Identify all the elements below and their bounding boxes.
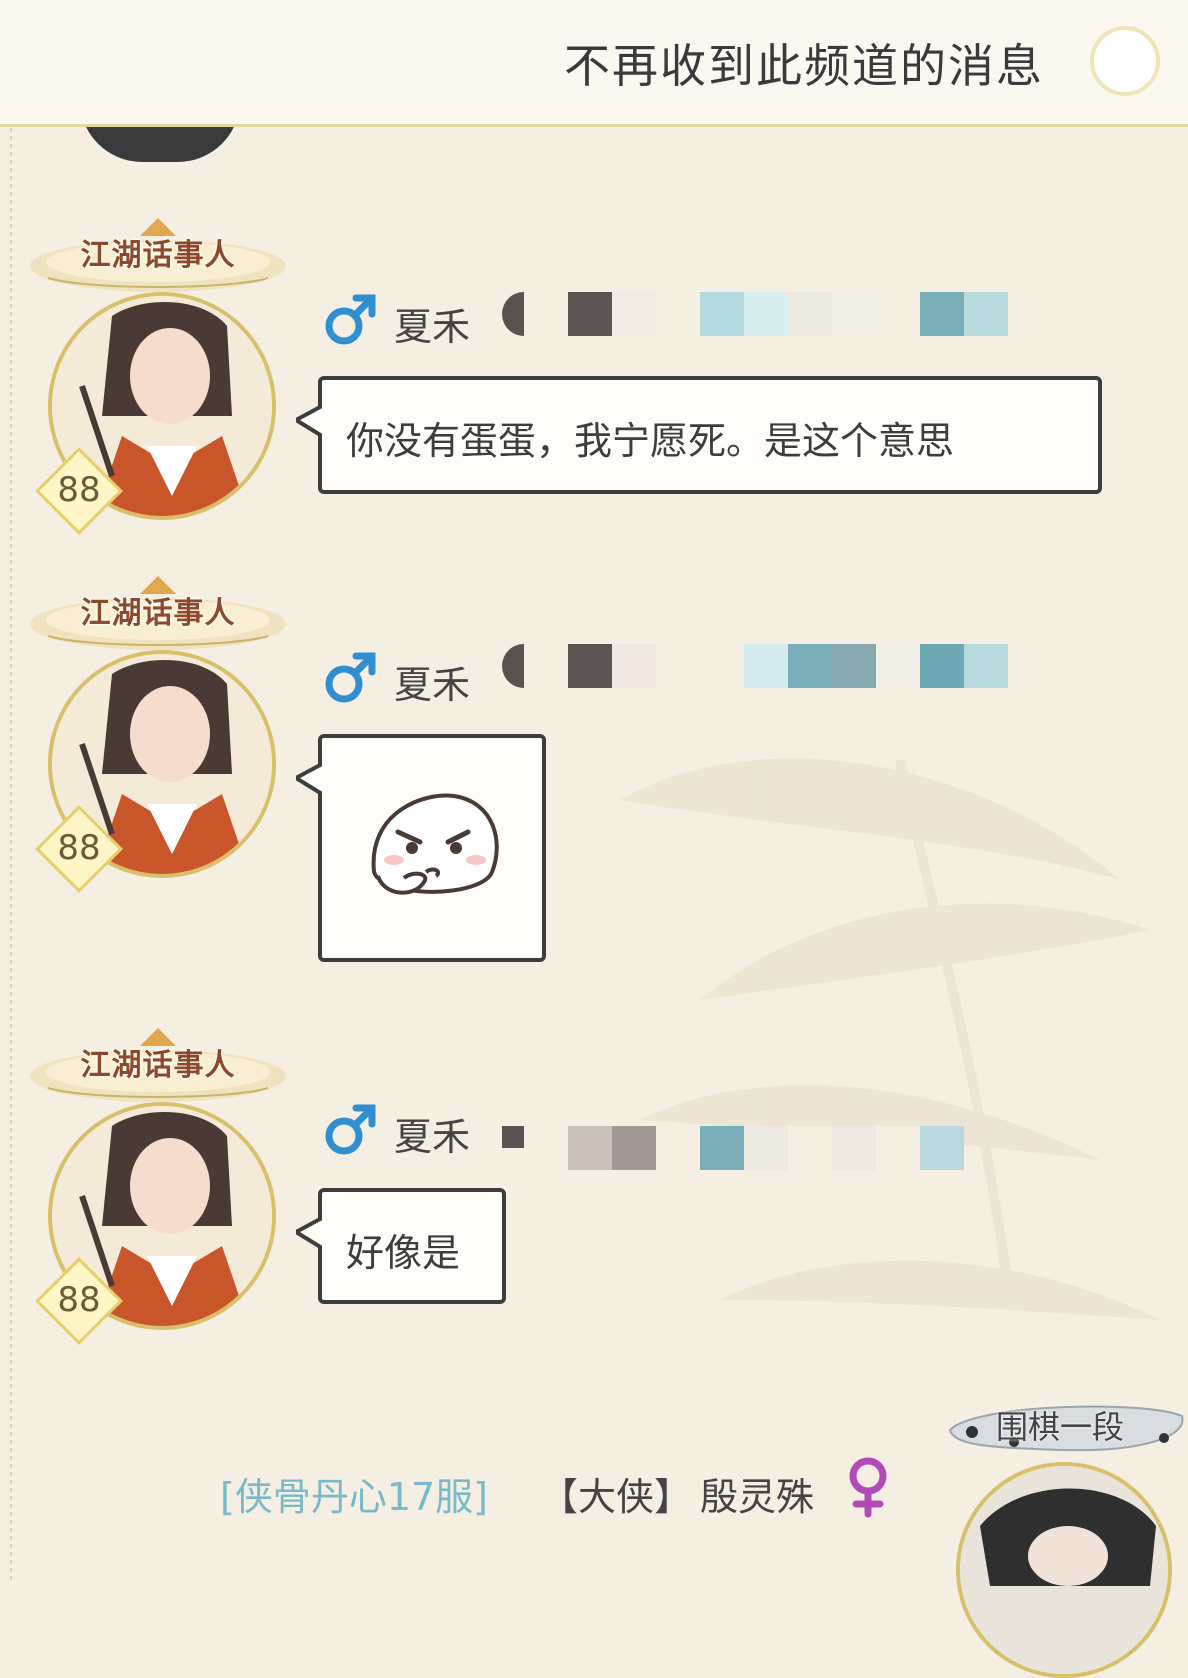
message-text: 你没有蛋蛋，我宁愿死。是这个意思 (346, 419, 955, 463)
mute-channel-label: 不再收到此频道的消息 (564, 39, 1044, 93)
server-tag[interactable]: [侠骨丹心17服] (220, 1466, 488, 1521)
message-bubble[interactable]: 你没有蛋蛋，我宁愿死。是这个意思 (296, 376, 1102, 494)
sender-name[interactable]: 夏禾 (394, 1106, 470, 1161)
mute-channel-toggle[interactable] (1090, 26, 1160, 96)
character-portrait-icon (960, 1466, 1168, 1674)
left-rail (10, 128, 12, 1584)
bubble-tail (296, 764, 322, 794)
redacted-server-mosaic (502, 292, 1008, 336)
redacted-server-mosaic (502, 1126, 964, 1170)
female-gender-icon (849, 1457, 887, 1518)
thinking-face-sticker-icon (371, 793, 499, 895)
male-gender-icon (325, 294, 376, 345)
avatar[interactable] (956, 1462, 1172, 1678)
level-number: 88 (57, 828, 101, 868)
channel-mute-bar: 不再收到此频道的消息 (0, 0, 1188, 127)
message-bubble[interactable]: 好像是 (296, 1188, 506, 1304)
level-number: 88 (57, 1280, 101, 1320)
title-badge: 江湖话事人 (28, 216, 288, 292)
title-badge: 江湖话事人 (28, 1026, 288, 1102)
sticker-bubble[interactable] (296, 734, 546, 962)
male-gender-icon (325, 652, 376, 703)
redacted-server-mosaic (502, 644, 1008, 688)
sender-name[interactable]: 夏禾 (394, 296, 470, 351)
sender-name[interactable]: 夏禾 (394, 654, 470, 709)
message-text: 好像是 (346, 1231, 461, 1275)
title-badge-text: 围棋一段 (996, 1408, 1125, 1446)
male-gender-icon (325, 1104, 376, 1155)
bubble-tail (296, 1218, 322, 1248)
sender-name[interactable]: 殷灵殊 (700, 1466, 814, 1521)
rank-tag: 【大侠】 (540, 1475, 693, 1519)
level-number: 88 (57, 470, 101, 510)
bubble-tail (296, 406, 322, 436)
title-badge: 江湖话事人 (28, 574, 288, 650)
